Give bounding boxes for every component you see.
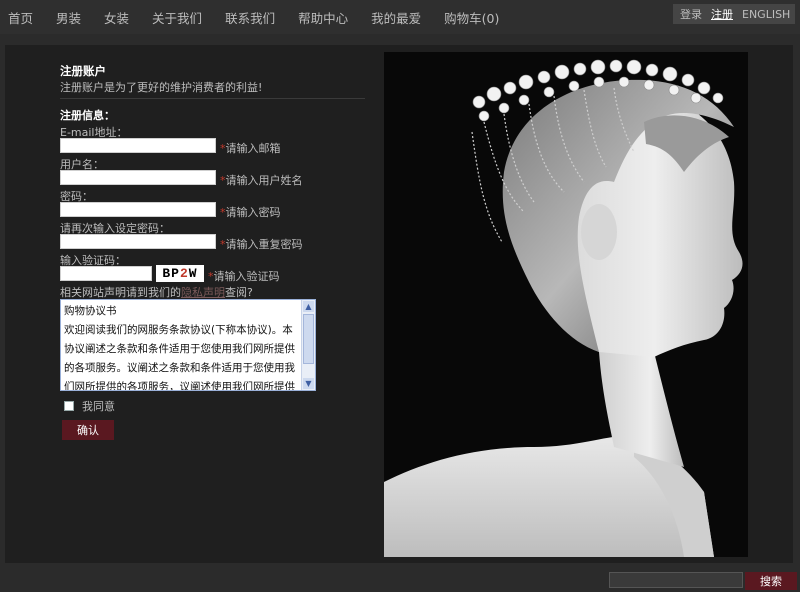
search-input[interactable] [609, 572, 743, 588]
form-subtitle: 注册账户是为了更好的维护消费者的利益! [60, 81, 263, 94]
password-field[interactable] [60, 202, 216, 217]
register-link[interactable]: 注册 [711, 6, 733, 22]
divider [60, 98, 365, 99]
form-title: 注册账户 [60, 64, 106, 78]
top-navigation: 首页 男装 女装 关于我们 联系我们 帮助中心 我的最爱 购物车(0) 登录 注… [0, 0, 800, 34]
email-hint-text: 请输入邮箱 [225, 142, 281, 155]
nav-about[interactable]: 关于我们 [152, 8, 202, 27]
nav-favorites[interactable]: 我的最爱 [371, 8, 421, 27]
main-panel: 注册账户 注册账户是为了更好的维护消费者的利益! 注册信息： E-mail地址：… [5, 45, 793, 563]
captcha-char: W [188, 266, 198, 281]
login-link[interactable]: 登录 [680, 6, 702, 22]
username-hint-text: 请输入用户姓名 [225, 174, 303, 187]
agreement-title: 购物协议书 [64, 305, 117, 317]
agree-row: 我同意 [64, 398, 115, 414]
nav-cart[interactable]: 购物车(0) [444, 8, 499, 27]
captcha-hint-text: 请输入验证码 [213, 270, 280, 283]
password-confirm-hint-text: 请输入重复密码 [225, 238, 303, 251]
account-links: 登录 注册 ENGLISH [673, 4, 795, 24]
agreement-text: 购物协议书 欢迎阅读我们的网服务条款协议(下称本协议)。本协议阐述之条款和条件适… [64, 302, 300, 391]
search-button[interactable]: 搜索 [745, 572, 797, 590]
agreement-box[interactable]: 购物协议书 欢迎阅读我们的网服务条款协议(下称本协议)。本协议阐述之条款和条件适… [60, 299, 316, 391]
agree-checkbox[interactable] [64, 401, 74, 411]
nav-home[interactable]: 首页 [8, 8, 33, 27]
privacy-suffix: 查阅? [225, 286, 253, 299]
confirm-button[interactable]: 确认 [62, 420, 114, 440]
captcha-image[interactable]: BP 2 W [156, 265, 204, 282]
scroll-down-icon[interactable]: ▼ [303, 378, 314, 389]
privacy-prefix: 相关网站声明请到我们的 [60, 286, 181, 299]
scroll-thumb[interactable] [303, 314, 314, 364]
password-confirm-field[interactable] [60, 234, 216, 249]
password-hint: *请输入密码 [220, 204, 281, 220]
model-photo [384, 52, 748, 557]
agree-label: 我同意 [82, 400, 115, 413]
username-field[interactable] [60, 170, 216, 185]
email-field[interactable] [60, 138, 216, 153]
username-hint: *请输入用户姓名 [220, 172, 303, 188]
scroll-up-icon[interactable]: ▲ [303, 301, 314, 312]
privacy-notice: 相关网站声明请到我们的隐私声明查阅? [60, 284, 253, 300]
email-hint: *请输入邮箱 [220, 140, 281, 156]
agreement-body: 欢迎阅读我们的网服务条款协议(下称本协议)。本协议阐述之条款和条件适用于您使用我… [64, 324, 295, 391]
english-link[interactable]: ENGLISH [742, 8, 790, 21]
section-title: 注册信息： [60, 109, 115, 122]
agreement-scrollbar[interactable]: ▲ ▼ [301, 300, 315, 390]
nav-women[interactable]: 女装 [104, 8, 129, 27]
captcha-field[interactable] [60, 266, 152, 281]
nav-men[interactable]: 男装 [56, 8, 81, 27]
main-nav: 首页 男装 女装 关于我们 联系我们 帮助中心 我的最爱 购物车(0) [8, 8, 522, 27]
password-hint-text: 请输入密码 [225, 206, 281, 219]
captcha-hint: *请输入验证码 [208, 268, 280, 284]
password-confirm-hint: *请输入重复密码 [220, 236, 303, 252]
nav-help[interactable]: 帮助中心 [298, 8, 348, 27]
captcha-char: 2 [179, 266, 189, 281]
nav-contact[interactable]: 联系我们 [225, 8, 275, 27]
captcha-char: BP [162, 266, 180, 281]
model-portrait-image [384, 52, 748, 557]
privacy-link[interactable]: 隐私声明 [181, 286, 225, 299]
